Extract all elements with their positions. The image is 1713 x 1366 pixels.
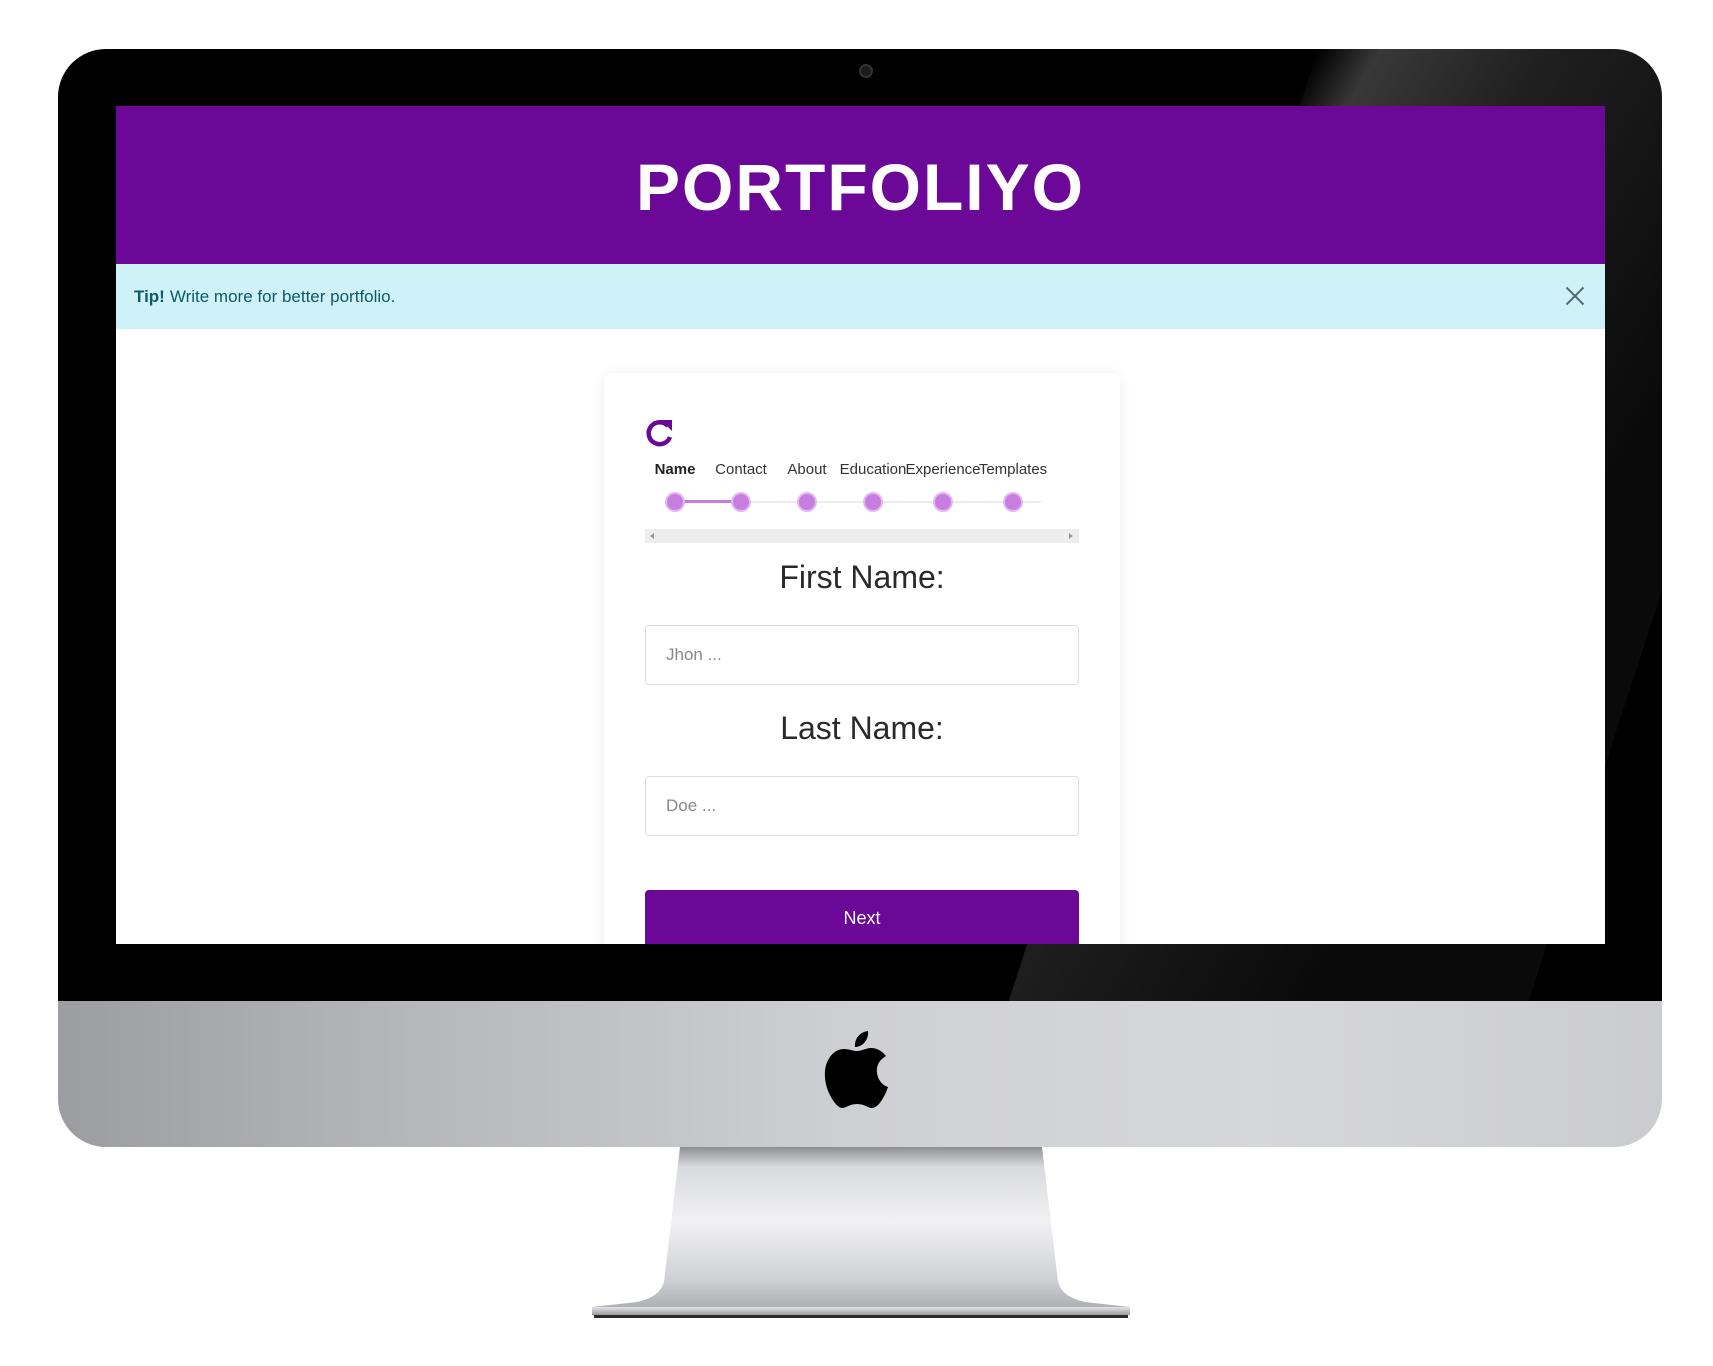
app-title: PORTFOLIYO (636, 150, 1085, 224)
form-card: Name Contact About Education Experience … (604, 373, 1120, 944)
tip-message: Write more for better portfolio. (169, 286, 396, 306)
tip-alert: Tip! Write more for better portfolio. (116, 264, 1605, 329)
scroll-right-icon[interactable] (1069, 533, 1073, 539)
step-label-name[interactable]: Name (655, 461, 696, 478)
close-icon[interactable] (1565, 286, 1585, 306)
first-name-label: First Name: (779, 559, 945, 595)
app-header: PORTFOLIYO (116, 106, 1605, 264)
apple-logo-icon (824, 1031, 888, 1108)
scroll-left-icon[interactable] (650, 533, 654, 539)
step-dot-name[interactable] (665, 492, 685, 512)
refresh-icon[interactable] (644, 417, 676, 449)
step-label-about[interactable]: About (787, 461, 826, 478)
horizontal-scrollbar[interactable] (645, 529, 1079, 543)
app-screen: PORTFOLIYO Tip! Write more for better po… (116, 106, 1605, 944)
step-label-templates[interactable]: Templates (979, 461, 1047, 478)
step-dot-education[interactable] (863, 492, 883, 512)
last-name-label: Last Name: (780, 710, 944, 746)
step-dot-templates[interactable] (1003, 492, 1023, 512)
step-label-experience[interactable]: Experience (905, 461, 980, 478)
last-name-input[interactable] (645, 776, 1079, 836)
step-label-education[interactable]: Education (840, 461, 907, 478)
step-label-contact[interactable]: Contact (715, 461, 767, 478)
step-dot-experience[interactable] (933, 492, 953, 512)
step-dot-contact[interactable] (731, 492, 751, 512)
step-dot-about[interactable] (797, 492, 817, 512)
camera-icon (859, 64, 873, 78)
tip-label: Tip! (134, 286, 165, 306)
imac-mockup: PORTFOLIYO Tip! Write more for better po… (0, 0, 1713, 1366)
first-name-input[interactable] (645, 625, 1079, 685)
next-button[interactable]: Next (645, 890, 1079, 944)
step-progress: Name Contact About Education Experience … (645, 453, 1079, 543)
monitor-stand (592, 1147, 1130, 1318)
